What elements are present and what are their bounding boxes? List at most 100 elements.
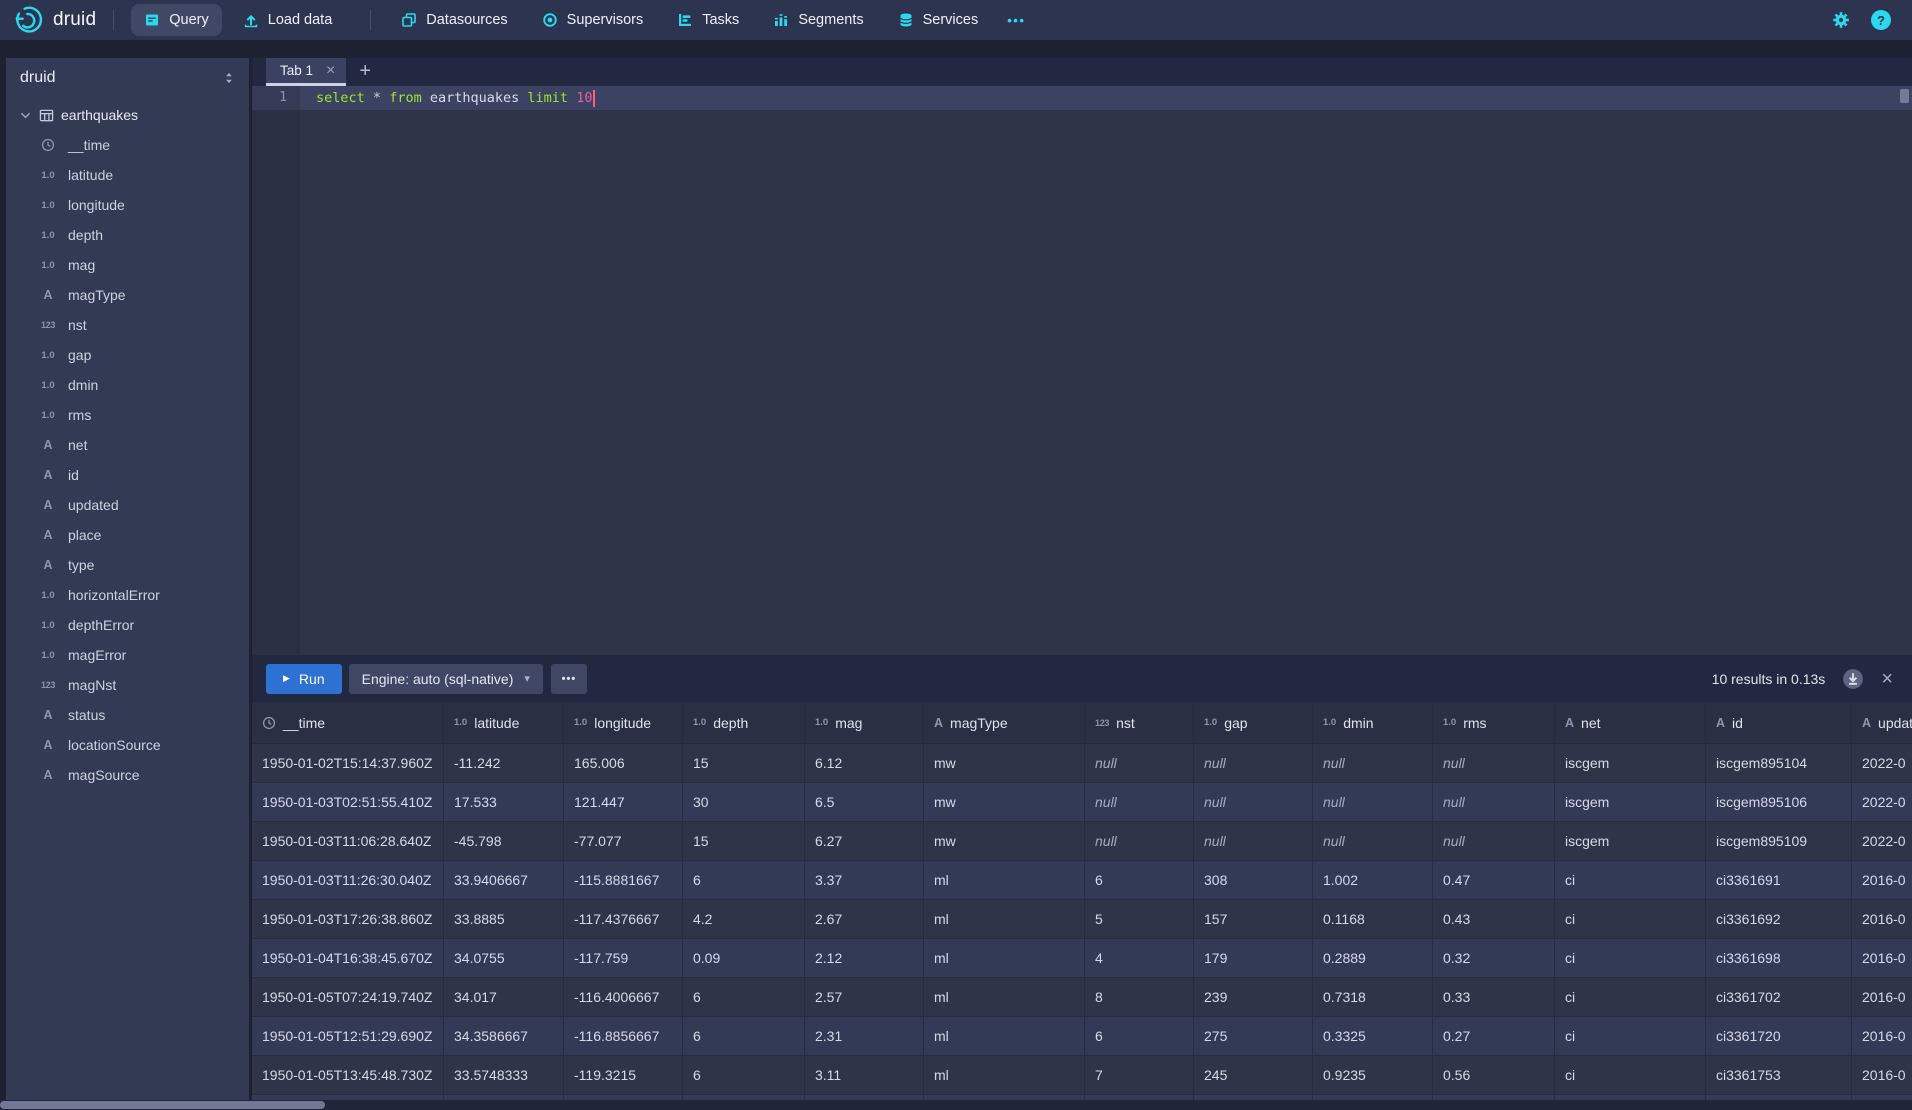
table-cell[interactable]: ci3361692 [1706, 900, 1852, 939]
table-cell[interactable]: 1950-01-05T13:45:48.730Z [252, 1056, 444, 1095]
table-cell[interactable]: 179 [1194, 939, 1313, 978]
column-header-mag[interactable]: 1.0mag [805, 702, 924, 744]
table-cell[interactable]: mw [924, 783, 1085, 822]
table-cell[interactable]: 121.447 [564, 783, 683, 822]
sidebar-column-rms[interactable]: 1.0rms [6, 400, 249, 430]
sidebar-column-net[interactable]: Anet [6, 430, 249, 460]
table-cell[interactable]: null [1194, 744, 1313, 783]
table-cell[interactable]: ci3361691 [1706, 861, 1852, 900]
help-icon[interactable]: ? [1871, 10, 1891, 30]
table-cell[interactable]: 6 [683, 861, 805, 900]
table-cell[interactable]: null [1313, 822, 1433, 861]
table-cell[interactable]: null [1313, 783, 1433, 822]
table-cell[interactable]: 0.43 [1433, 900, 1555, 939]
table-cell[interactable]: 0.56 [1433, 1056, 1555, 1095]
run-button[interactable]: ▶ Run [266, 664, 342, 694]
table-cell[interactable]: 2016-0 [1852, 1056, 1912, 1095]
close-tab-icon[interactable]: × [326, 63, 335, 79]
table-cell[interactable]: 0.27 [1433, 1017, 1555, 1056]
table-cell[interactable]: 1950-01-03T02:51:55.410Z [252, 783, 444, 822]
table-cell[interactable]: 6 [1085, 861, 1194, 900]
table-cell[interactable]: ml [924, 939, 1085, 978]
table-cell[interactable]: 7 [1085, 1056, 1194, 1095]
sidebar-column-magtype[interactable]: AmagType [6, 280, 249, 310]
table-cell[interactable]: 1950-01-02T15:14:37.960Z [252, 744, 444, 783]
table-cell[interactable]: 239 [1194, 978, 1313, 1017]
table-cell[interactable]: null [1085, 822, 1194, 861]
table-cell[interactable]: ml [924, 900, 1085, 939]
table-cell[interactable]: 0.2889 [1313, 939, 1433, 978]
editor-scrollbar-thumb[interactable] [1900, 89, 1909, 103]
table-cell[interactable]: 2022-0 [1852, 783, 1912, 822]
table-cell[interactable]: 34.017 [444, 978, 564, 1017]
query-more-button[interactable]: ••• [551, 664, 587, 694]
table-cell[interactable]: null [1085, 744, 1194, 783]
sidebar-column-id[interactable]: Aid [6, 460, 249, 490]
table-cell[interactable]: -119.3215 [564, 1056, 683, 1095]
table-cell[interactable]: null [1194, 822, 1313, 861]
table-cell[interactable]: 6 [683, 1056, 805, 1095]
table-cell[interactable]: iscgem895106 [1706, 783, 1852, 822]
table-cell[interactable]: -11.242 [444, 744, 564, 783]
table-cell[interactable]: 2.12 [805, 939, 924, 978]
table-cell[interactable]: -117.4376667 [564, 900, 683, 939]
column-header-gap[interactable]: 1.0gap [1194, 702, 1313, 744]
nav-item-datasources[interactable]: Datasources [388, 4, 520, 36]
table-cell[interactable]: -77.077 [564, 822, 683, 861]
column-header-id[interactable]: Aid [1706, 702, 1852, 744]
table-cell[interactable]: 1950-01-04T16:38:45.670Z [252, 939, 444, 978]
table-cell[interactable]: 3.11 [805, 1056, 924, 1095]
table-cell[interactable]: ci [1555, 978, 1706, 1017]
table-cell[interactable]: -116.4006667 [564, 978, 683, 1017]
table-cell[interactable]: null [1313, 744, 1433, 783]
horizontal-scrollbar-thumb[interactable] [0, 1101, 325, 1109]
sidebar-column-magnst[interactable]: 123magNst [6, 670, 249, 700]
table-cell[interactable]: 30 [683, 783, 805, 822]
table-cell[interactable]: 4 [1085, 939, 1194, 978]
table-cell[interactable]: 245 [1194, 1056, 1313, 1095]
table-cell[interactable]: 33.9406667 [444, 861, 564, 900]
table-cell[interactable]: ci [1555, 861, 1706, 900]
table-cell[interactable]: 1950-01-03T17:26:38.860Z [252, 900, 444, 939]
table-cell[interactable]: ml [924, 978, 1085, 1017]
sidebar-column-deptherror[interactable]: 1.0depthError [6, 610, 249, 640]
table-cell[interactable]: 1950-01-03T11:26:30.040Z [252, 861, 444, 900]
sidebar-column-nst[interactable]: 123nst [6, 310, 249, 340]
tab-query-1[interactable]: Tab 1 × [266, 58, 346, 86]
table-cell[interactable]: iscgem [1555, 822, 1706, 861]
table-cell[interactable]: -45.798 [444, 822, 564, 861]
sidebar-column-gap[interactable]: 1.0gap [6, 340, 249, 370]
table-cell[interactable]: ci3361720 [1706, 1017, 1852, 1056]
table-cell[interactable]: 2.31 [805, 1017, 924, 1056]
column-header-depth[interactable]: 1.0depth [683, 702, 805, 744]
sidebar-column-longitude[interactable]: 1.0longitude [6, 190, 249, 220]
table-cell[interactable]: 0.3325 [1313, 1017, 1433, 1056]
double-caret-vertical-icon[interactable] [222, 71, 236, 85]
schema-selector[interactable]: druid [20, 69, 56, 87]
table-cell[interactable]: mw [924, 744, 1085, 783]
column-header-longitude[interactable]: 1.0longitude [564, 702, 683, 744]
table-cell[interactable]: 0.09 [683, 939, 805, 978]
table-cell[interactable]: 6.5 [805, 783, 924, 822]
table-cell[interactable]: ci3361702 [1706, 978, 1852, 1017]
nav-more-button[interactable]: ••• [999, 13, 1033, 28]
table-cell[interactable]: 2016-0 [1852, 861, 1912, 900]
table-cell[interactable]: iscgem895109 [1706, 822, 1852, 861]
table-cell[interactable]: 0.47 [1433, 861, 1555, 900]
table-cell[interactable]: 1950-01-03T11:06:28.640Z [252, 822, 444, 861]
column-header-rms[interactable]: 1.0rms [1433, 702, 1555, 744]
sidebar-column-status[interactable]: Astatus [6, 700, 249, 730]
sidebar-column-magsource[interactable]: AmagSource [6, 760, 249, 790]
column-header-updated[interactable]: Aupdated [1852, 702, 1912, 744]
table-cell[interactable]: 3.37 [805, 861, 924, 900]
table-cell[interactable]: iscgem [1555, 783, 1706, 822]
table-cell[interactable]: 2016-0 [1852, 1017, 1912, 1056]
table-cell[interactable]: null [1433, 822, 1555, 861]
table-cell[interactable]: 2016-0 [1852, 900, 1912, 939]
column-header-dmin[interactable]: 1.0dmin [1313, 702, 1433, 744]
table-cell[interactable]: 6 [683, 1017, 805, 1056]
column-header-magtype[interactable]: AmagType [924, 702, 1085, 744]
table-cell[interactable]: ci [1555, 1056, 1706, 1095]
column-header--time[interactable]: __time [252, 702, 444, 744]
gear-icon[interactable] [1832, 11, 1850, 29]
